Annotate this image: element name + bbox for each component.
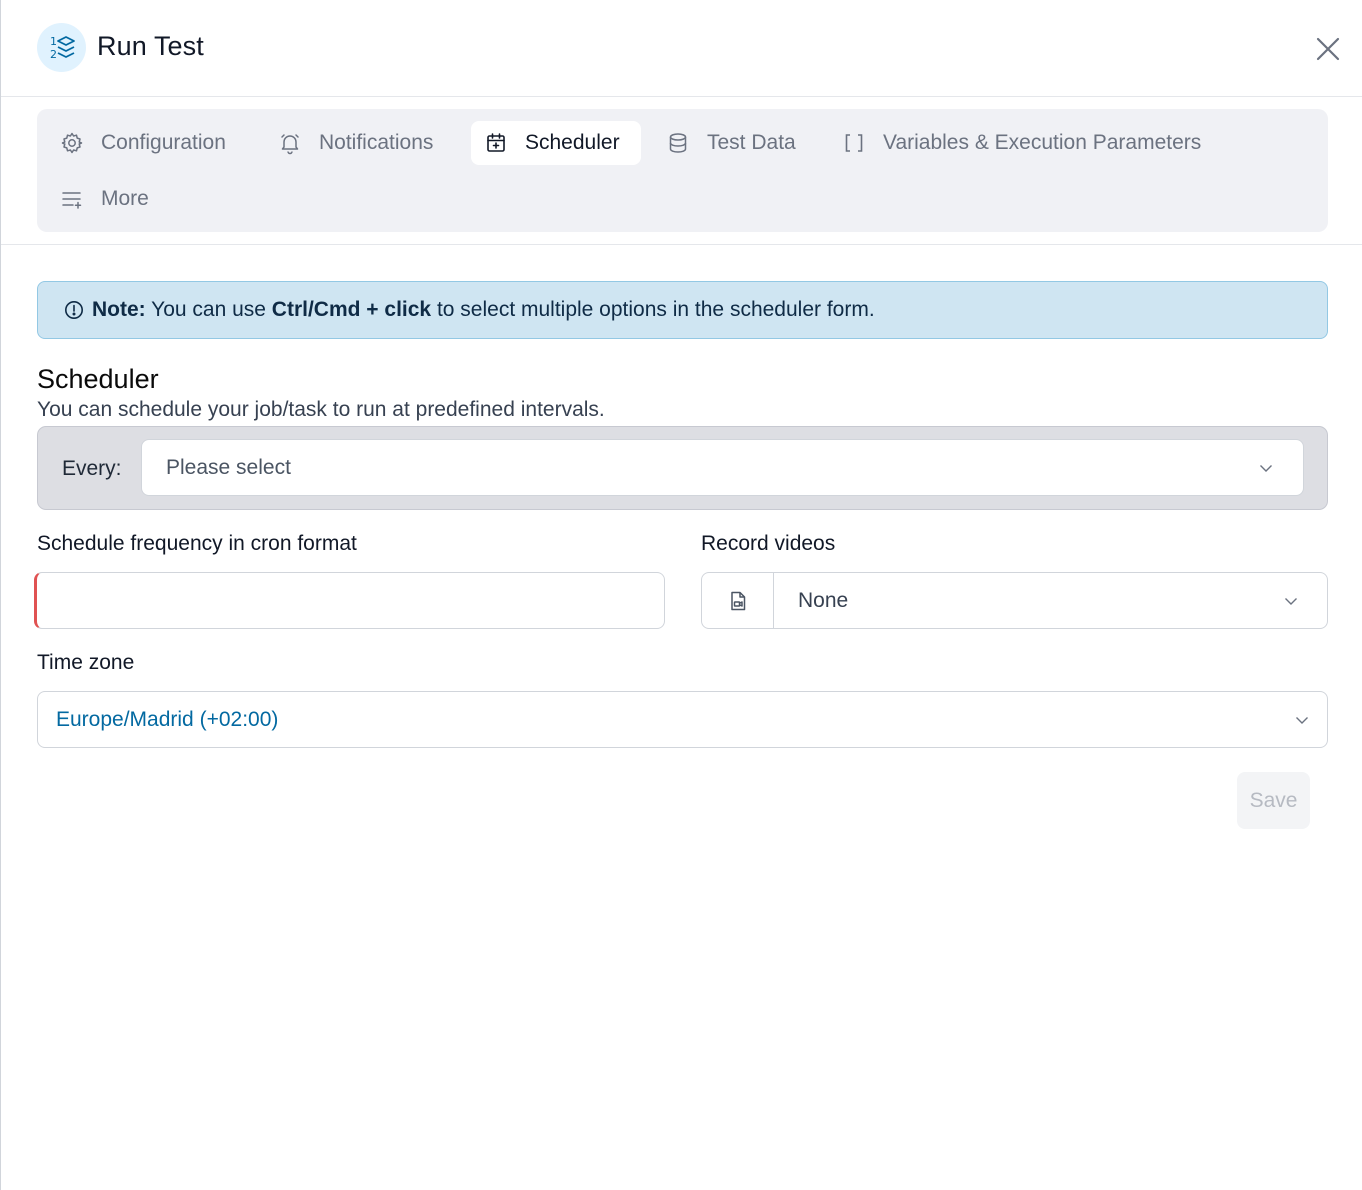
database-icon [665,130,691,156]
tab-test-data[interactable]: Test Data [665,121,796,165]
tab-notifications[interactable]: Notifications [277,121,433,165]
close-button[interactable] [1311,32,1345,66]
timezone-value: Europe/Madrid (+02:00) [56,707,279,731]
chevron-down-icon [1282,592,1300,610]
bell-icon [277,130,303,156]
note-text-after: to select multiple options in the schedu… [431,298,875,321]
tab-configuration[interactable]: Configuration [59,121,226,165]
save-button[interactable]: Save [1237,772,1310,829]
section-subtitle: You can schedule your job/task to run at… [37,398,605,421]
timezone-select[interactable]: Europe/Madrid (+02:00) [37,691,1328,748]
tab-label: Test Data [707,131,796,154]
close-icon [1316,37,1340,61]
tab-more[interactable]: More [59,177,149,221]
tab-label: More [101,187,149,210]
tab-label: Scheduler [525,131,620,154]
tab-variables[interactable]: Variables & Execution Parameters [841,121,1201,165]
tab-label: Configuration [101,131,226,154]
tab-scheduler[interactable]: Scheduler [471,121,641,165]
chevron-down-icon [1257,459,1275,477]
every-select[interactable]: Please select [141,439,1304,496]
every-select-value: Please select [166,455,291,479]
list-plus-icon [59,186,85,212]
chevron-down-icon [1293,711,1311,729]
note-text-before: You can use [145,298,272,321]
calendar-plus-icon [483,130,509,156]
record-videos-value: None [798,589,849,612]
note-shortcut: Ctrl/Cmd + click [271,298,432,321]
video-file-icon [730,591,745,610]
timezone-label: Time zone [37,651,135,674]
section-title: Scheduler [37,364,159,394]
every-label: Every: [62,457,122,480]
note-banner: Note: You can use Ctrl/Cmd + click to se… [37,281,1328,339]
note-text: Note: You can use Ctrl/Cmd + click to se… [92,298,875,322]
tab-label: Notifications [319,131,434,154]
record-videos-label: Record videos [701,532,836,555]
dialog-title: Run Test [97,31,204,61]
tab-bar: Configuration Notifications Scheduler Te… [37,109,1328,232]
gear-icon [59,130,85,156]
record-videos-select[interactable]: None [701,572,1328,629]
cron-label: Schedule frequency in cron format [37,532,357,555]
svg-text:2: 2 [50,48,57,61]
brackets-icon [841,130,867,156]
app-logo-icon: 1 2 [37,23,86,72]
cron-input[interactable] [34,572,665,629]
info-circle-icon [64,300,84,320]
tabs-band: Configuration Notifications Scheduler Te… [1,97,1362,245]
video-addon [702,573,774,628]
note-prefix: Note: [92,298,146,321]
tab-label: Variables & Execution Parameters [883,131,1202,154]
dialog-header: 1 2 Run Test [1,0,1362,97]
svg-text:1: 1 [50,35,57,48]
every-box: Every: Please select [37,426,1328,510]
